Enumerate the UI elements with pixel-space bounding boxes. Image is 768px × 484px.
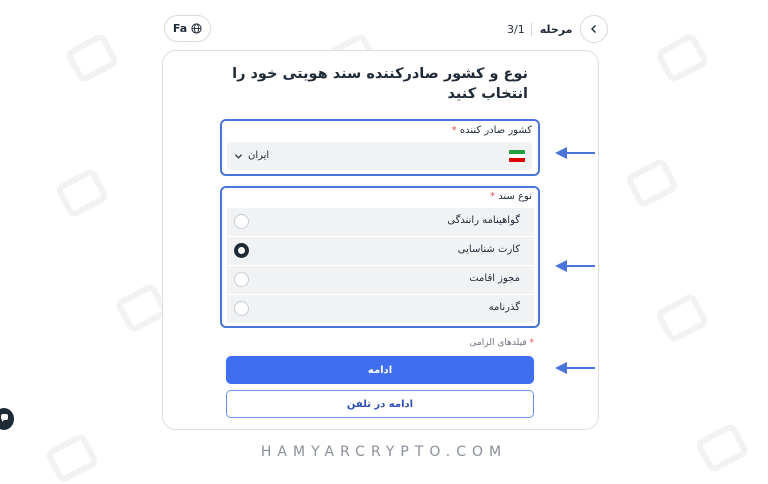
- chevron-left-icon: [591, 25, 597, 33]
- chevron-down-icon: [234, 154, 243, 159]
- annotation-arrow-icon: [555, 147, 595, 159]
- radio-option-label: مجوز اقامت: [469, 273, 520, 284]
- radio-option-driving-license[interactable]: گواهینامه رانندگی: [227, 208, 534, 236]
- radio-option-residence-permit[interactable]: مجوز اقامت: [227, 266, 534, 294]
- annotation-arrow-icon: [555, 362, 595, 374]
- annotation-arrow-icon: [555, 260, 595, 272]
- step-count: 3/1: [507, 22, 532, 36]
- continue-on-phone-label: ادامه در تلفن: [346, 398, 414, 410]
- watermark-logo: [624, 156, 680, 210]
- document-type-label: نوع سند *: [490, 191, 532, 202]
- footer-brand: HAMYARCRYPTO.COM: [260, 444, 508, 460]
- language-label: Fa: [172, 22, 188, 35]
- radio-option-label: گواهینامه رانندگی: [447, 215, 520, 226]
- language-button[interactable]: Fa: [164, 15, 211, 42]
- radio-button[interactable]: [234, 272, 249, 287]
- radio-button-selected[interactable]: [234, 243, 249, 258]
- chat-badge[interactable]: [0, 408, 14, 430]
- continue-on-phone-button[interactable]: ادامه در تلفن: [226, 390, 534, 418]
- iran-flag-icon: [509, 150, 525, 162]
- watermark-logo: [64, 31, 120, 85]
- back-button[interactable]: [580, 15, 609, 43]
- watermark-logo: [54, 166, 110, 220]
- radio-button[interactable]: [234, 214, 249, 229]
- continue-button[interactable]: ادامه: [226, 356, 534, 384]
- radio-option-label: کارت شناسایی: [457, 244, 520, 255]
- radio-option-passport[interactable]: گذرنامه: [227, 295, 534, 323]
- radio-button[interactable]: [234, 301, 249, 316]
- watermark-logo: [654, 291, 710, 345]
- country-field-label: کشور صادر کننده *: [451, 125, 532, 136]
- step-indicator: 3/1 مرحله: [507, 14, 609, 44]
- country-select[interactable]: [227, 142, 532, 170]
- step-label: مرحله: [539, 22, 573, 36]
- continue-button-label: ادامه: [367, 364, 393, 376]
- radio-option-id-card[interactable]: کارت شناسایی: [227, 237, 534, 265]
- required-fields-note: * فیلدهای الزامی: [469, 338, 534, 348]
- globe-icon: [191, 23, 202, 34]
- radio-option-label: گذرنامه: [488, 302, 520, 313]
- chat-icon: [1, 414, 8, 422]
- page-title: نوع و کشور صادرکننده سند هویتی خود را ان…: [232, 66, 528, 102]
- watermark-logo: [654, 31, 710, 85]
- country-select-value: ایران: [248, 150, 270, 161]
